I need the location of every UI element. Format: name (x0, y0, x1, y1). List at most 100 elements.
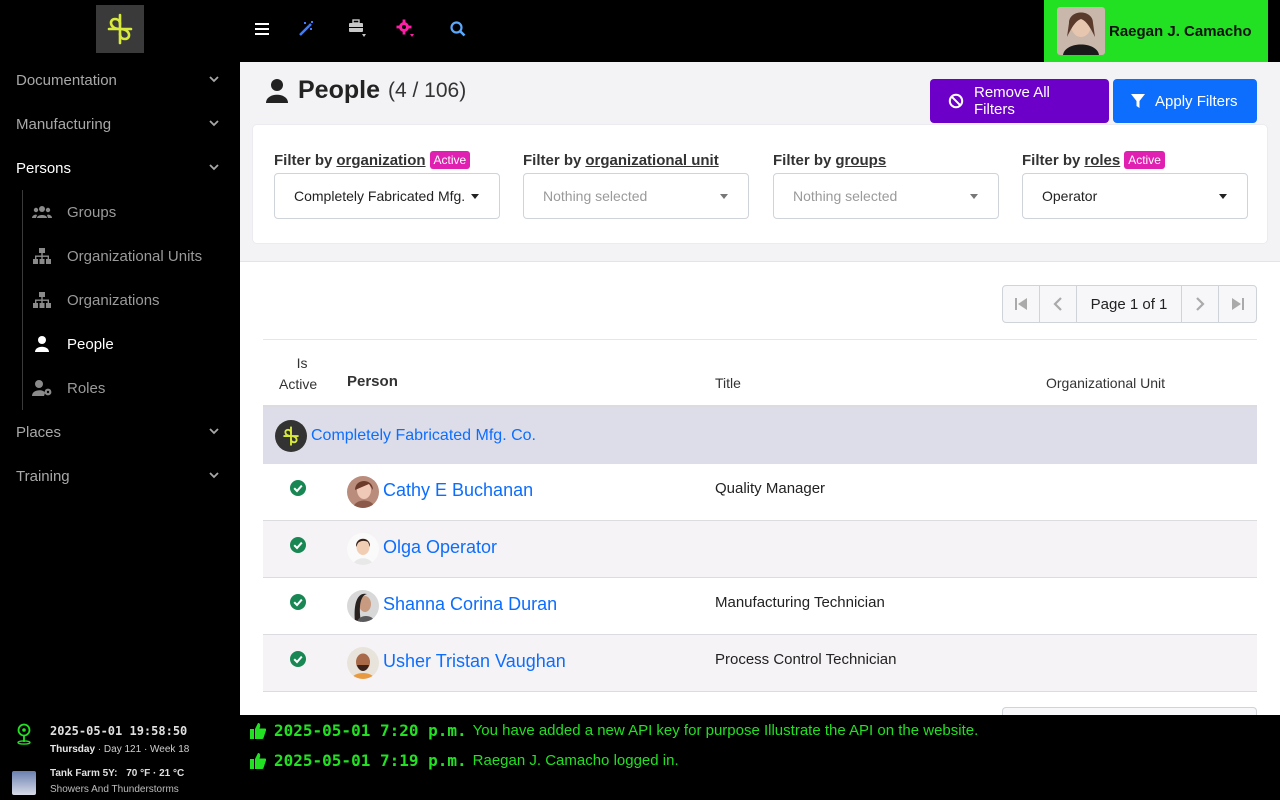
filter-label: Filter by groups (773, 149, 999, 171)
sidebar-item-groups[interactable]: Groups (32, 190, 116, 234)
column-header-person[interactable]: Person (347, 373, 398, 390)
activity-log-entry: 2025-05-01 7:20 p.m. You have added a ne… (250, 721, 978, 740)
filter-field: groups (835, 151, 887, 169)
activity-log-entry: 2025-05-01 7:19 p.m. Raegan J. Camacho l… (250, 751, 679, 770)
remove-all-filters-label: Remove All Filters (974, 84, 1050, 118)
toolbox-icon[interactable] (346, 18, 370, 40)
column-header-line: Is (296, 355, 308, 371)
last-page-button[interactable] (1219, 286, 1256, 322)
check-circle-icon (290, 594, 306, 610)
active-badge: Active (1124, 151, 1165, 169)
menu-icon[interactable] (250, 18, 274, 40)
check-circle-icon (290, 537, 306, 553)
sidebar-item-people[interactable]: People (32, 322, 114, 366)
filter-organization: Filter by organization Active Completely… (274, 149, 500, 219)
thumbs-up-icon (250, 752, 266, 769)
sidebar-item-label: Places (16, 423, 62, 441)
table-row: Usher Tristan Vaughan Process Control Te… (263, 635, 1257, 692)
next-page-button[interactable] (1182, 286, 1220, 322)
apply-filters-button[interactable]: Apply Filters (1113, 79, 1257, 123)
sidebar-item-label: Training (16, 467, 70, 485)
column-header-organizational-unit[interactable]: Organizational Unit (1046, 375, 1165, 391)
organization-logo (275, 419, 307, 452)
filters-card: Filter by organization Active Completely… (252, 124, 1268, 244)
person-link[interactable]: Shanna Corina Duran (383, 594, 557, 615)
first-page-button[interactable] (1003, 286, 1040, 322)
groups-select[interactable]: Nothing selected (773, 173, 999, 219)
select-value: Nothing selected (793, 188, 898, 204)
remove-all-filters-button[interactable]: Remove All Filters (930, 79, 1109, 123)
user-avatar (1057, 7, 1105, 55)
week-number: Week 18 (150, 744, 190, 755)
sidebar-item-documentation[interactable]: Documentation (0, 58, 240, 102)
filter-label: Filter by organization Active (274, 149, 500, 171)
chevron-down-icon (209, 428, 219, 435)
organization-select[interactable]: Completely Fabricated Mfg. (274, 173, 500, 219)
ban-icon (948, 93, 964, 109)
sidebar-item-roles[interactable]: Roles (32, 366, 105, 410)
sidebar-item-training[interactable]: Training (0, 454, 240, 498)
app-logo[interactable] (96, 5, 144, 53)
top-bar (240, 0, 1040, 58)
select-value: Operator (1042, 188, 1098, 204)
weather-location: Tank Farm 5Y: (50, 768, 118, 779)
status-footer: 2025-05-01 19:58:50 Thursday · Day 121 ·… (0, 715, 1280, 800)
sidebar-item-manufacturing[interactable]: Manufacturing (0, 102, 240, 146)
gear-icon[interactable] (394, 18, 418, 40)
day-of-year: Day 121 (103, 744, 142, 755)
person-link[interactable]: Cathy E Buchanan (383, 480, 533, 501)
pagination-bottom (1002, 707, 1257, 715)
log-timestamp: 2025-05-01 7:20 p.m. (274, 721, 467, 740)
user-name: Raegan J. Camacho (1109, 22, 1252, 40)
sitemap-icon (32, 290, 52, 310)
user-menu[interactable]: Raegan J. Camacho (1044, 0, 1268, 62)
map-pin-icon[interactable] (14, 723, 34, 745)
record-count: (4 / 106) (387, 78, 467, 102)
magic-wand-icon[interactable] (294, 18, 318, 40)
sidebar-item-label: Roles (67, 379, 106, 397)
page-indicator: Page 1 of 1 (1077, 286, 1183, 322)
table-header: Is Active Person Title Organizational Un… (263, 340, 1257, 407)
group-row: Completely Fabricated Mfg. Co. (263, 407, 1257, 464)
prev-page-button[interactable] (1040, 286, 1077, 322)
sidebar-item-places[interactable]: Places (0, 410, 240, 454)
log-timestamp: 2025-05-01 7:19 p.m. (274, 751, 467, 770)
main-content: People (4 / 106) Remove All Filters Appl… (240, 62, 1280, 715)
app-root: Documentation Manufacturing Persons Grou… (0, 0, 1280, 800)
roles-select[interactable]: Operator (1022, 173, 1248, 219)
weather-icon (12, 771, 36, 795)
table-row: Shanna Corina Duran Manufacturing Techni… (263, 578, 1257, 635)
weather-description: Showers And Thunderstorms (50, 784, 179, 795)
filter-field: organizational unit (585, 151, 719, 169)
column-header-title[interactable]: Title (715, 375, 741, 391)
filter-label: Filter by roles Active (1022, 149, 1248, 171)
people-table: Is Active Person Title Organizational Un… (263, 340, 1257, 692)
apply-filters-label: Apply Filters (1155, 92, 1238, 110)
column-header-active[interactable]: Is Active (279, 353, 317, 395)
sidebar-item-organizations[interactable]: Organizations (32, 278, 160, 322)
avatar (347, 476, 379, 508)
sidebar-item-organizational-units[interactable]: Organizational Units (32, 234, 202, 278)
organization-link[interactable]: Completely Fabricated Mfg. Co. (311, 427, 536, 445)
user-icon (266, 78, 288, 103)
page-header: People (4 / 106) Remove All Filters Appl… (240, 62, 1280, 262)
sidebar-item-persons[interactable]: Persons (0, 146, 240, 190)
person-link[interactable]: Usher Tristan Vaughan (383, 651, 566, 672)
filter-prefix: Filter by (773, 151, 832, 169)
person-link[interactable]: Olga Operator (383, 537, 497, 558)
sidebar-item-label: Organizational Units (67, 247, 203, 265)
caret-down-icon (970, 194, 978, 199)
person-title: Quality Manager (715, 480, 826, 497)
organizational-unit-select[interactable]: Nothing selected (523, 173, 749, 219)
search-icon[interactable] (446, 18, 470, 40)
filter-organizational-unit: Filter by organizational unit Nothing se… (523, 149, 749, 219)
filter-icon (1131, 93, 1145, 109)
page-title-text: People (298, 76, 380, 104)
filter-prefix: Filter by (274, 151, 333, 169)
page-title: People (4 / 106) (266, 76, 466, 105)
users-icon (32, 202, 52, 222)
chevron-down-icon (209, 472, 219, 479)
user-icon (32, 334, 52, 354)
weather-summary: Tank Farm 5Y: 70 °F · 21 °C (50, 768, 184, 779)
sidebar-item-label: Persons (16, 159, 72, 177)
